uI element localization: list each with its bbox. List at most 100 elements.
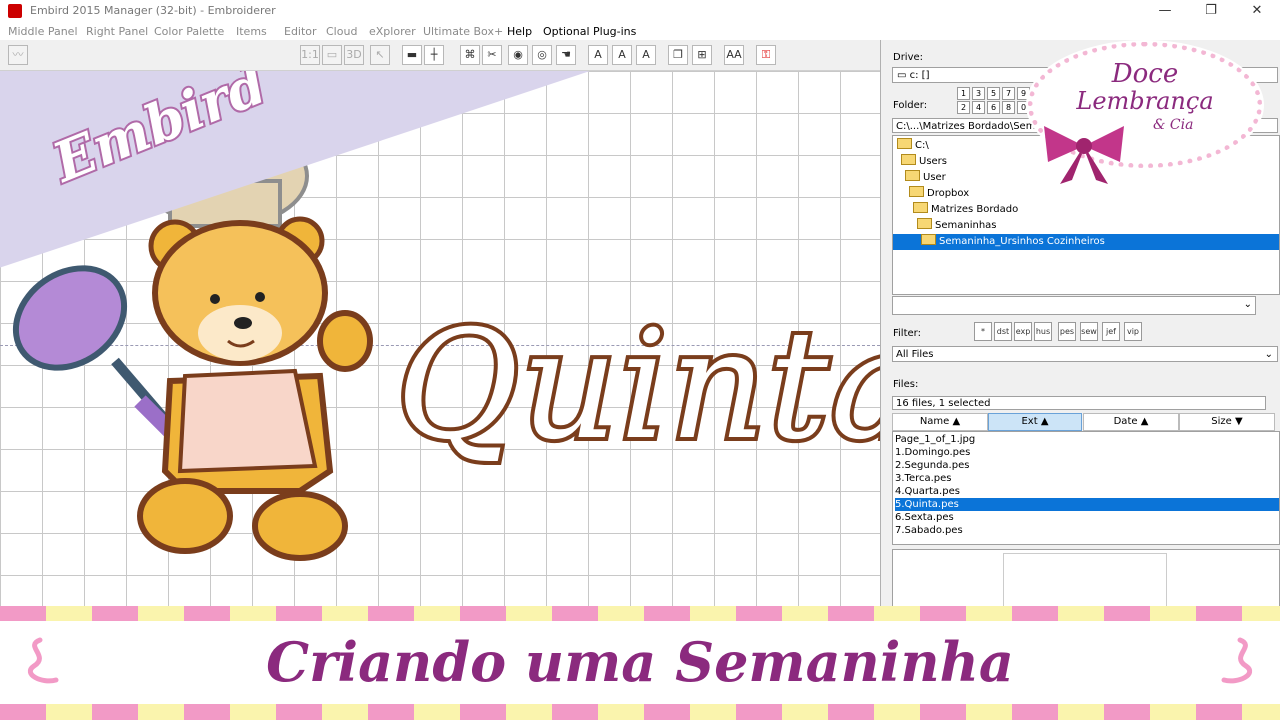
pointer-icon[interactable]: ↖ xyxy=(370,45,390,65)
tree-item[interactable]: Dropbox xyxy=(893,186,969,202)
minimize-button[interactable]: — xyxy=(1142,0,1188,22)
stripe-border-bottom xyxy=(0,704,1280,720)
file-item[interactable]: 2.Segunda.pes xyxy=(895,459,973,472)
menu-optional-plugins[interactable]: Optional Plug-ins xyxy=(543,25,636,38)
footer-title: Criando uma Semaninha xyxy=(266,630,1014,694)
hand-icon[interactable]: ☚ xyxy=(556,45,576,65)
tree-item-selected[interactable]: Semaninha_Ursinhos Cozinheiros xyxy=(893,234,1279,250)
brand-line-1: Doce xyxy=(1111,59,1179,89)
menu-editor[interactable]: Editor xyxy=(284,25,317,38)
swirl-ornament-left-icon xyxy=(27,637,59,684)
design-canvas[interactable]: Embird Quinta xyxy=(0,71,880,606)
letter-a-button[interactable]: A xyxy=(588,45,608,65)
tree-item[interactable]: User xyxy=(893,170,946,186)
drive-icon: ▭ xyxy=(897,70,910,81)
folder-quick-button[interactable]: 4 xyxy=(972,101,985,114)
file-item[interactable]: 3.Terca.pes xyxy=(895,472,956,485)
monitor-icon[interactable]: ▭ xyxy=(322,45,342,65)
column-name[interactable]: Name ▲ xyxy=(892,413,988,431)
menu-color-palette[interactable]: Color Palette xyxy=(154,25,224,38)
file-list[interactable]: Page_1_of_1.jpg 1.Domingo.pes 2.Segunda.… xyxy=(892,431,1280,545)
font-size-button[interactable]: AA xyxy=(724,45,744,65)
file-item[interactable]: 4.Quarta.pes xyxy=(895,485,964,498)
tree-icon[interactable]: ⊞ xyxy=(692,45,712,65)
menu-ultimate-box[interactable]: Ultimate Box+ xyxy=(423,25,503,38)
zoom-1-1-button[interactable]: 1:1 xyxy=(300,45,320,65)
filter-label: Filter: xyxy=(893,328,921,339)
filter-ext-button[interactable]: * xyxy=(974,322,992,341)
folder-quick-button[interactable]: 3 xyxy=(972,87,985,100)
filter-ext-button[interactable]: jef xyxy=(1102,322,1120,341)
column-date[interactable]: Date ▲ xyxy=(1083,413,1179,431)
folder-quick-button[interactable]: 5 xyxy=(987,87,1000,100)
column-ext[interactable]: Ext ▲ xyxy=(988,413,1082,431)
machine-icon[interactable]: ⌘ xyxy=(460,45,480,65)
letter-a-outline-button[interactable]: A xyxy=(612,45,632,65)
folder-quick-button[interactable]: 1 xyxy=(957,87,970,100)
menu-help[interactable]: Help xyxy=(507,25,532,38)
filter-ext-button[interactable]: vip xyxy=(1124,322,1142,341)
app-icon xyxy=(8,4,22,18)
file-item[interactable]: 7.Sabado.pes xyxy=(895,524,967,537)
folder-icon xyxy=(905,170,920,181)
file-list-header: Name ▲ Ext ▲ Date ▲ Size ▼ xyxy=(892,413,1278,431)
folder-icon xyxy=(913,202,928,213)
file-type-select[interactable]: All Files ⌄ xyxy=(892,346,1278,362)
files-label: Files: xyxy=(893,379,919,390)
eye-hide-icon[interactable]: ◎ xyxy=(532,45,552,65)
filter-buttons: * dst exp hus pes sew jef vip xyxy=(974,322,1274,341)
ruler-icon[interactable]: ▬ xyxy=(402,45,422,65)
drive-value: c: [] xyxy=(909,70,930,81)
brand-line-3: & Cia xyxy=(1153,117,1194,133)
ruler-grid-icon[interactable]: ┼ xyxy=(424,45,444,65)
folder-quick-button[interactable]: 7 xyxy=(1002,87,1015,100)
preview-pane xyxy=(892,549,1280,609)
filter-ext-button[interactable]: hus xyxy=(1034,322,1052,341)
folder-icon xyxy=(917,218,932,229)
bow-icon xyxy=(1044,126,1124,184)
chevron-down-icon: ⌄ xyxy=(1264,349,1273,360)
filter-ext-button[interactable]: exp xyxy=(1014,322,1032,341)
search-combo[interactable]: ⌄ xyxy=(892,296,1256,315)
filter-ext-button[interactable]: pes xyxy=(1058,322,1076,341)
letter-a-box-button[interactable]: A xyxy=(636,45,656,65)
wave-tool-icon[interactable]: 〰 xyxy=(8,45,28,65)
menu-middle-panel[interactable]: Middle Panel xyxy=(8,25,78,38)
tree-item[interactable]: Users xyxy=(893,154,947,170)
folder-icon xyxy=(897,138,912,149)
folder-quick-button[interactable]: 2 xyxy=(957,101,970,114)
toolbar: 〰 1:1 ▭ 3D ↖ ▬ ┼ ⌘ ✂ ◉ ◎ ☚ A A A ❐ ⊞ AA … xyxy=(0,40,880,71)
column-size[interactable]: Size ▼ xyxy=(1179,413,1275,431)
window-title: Embird 2015 Manager (32-bit) - Embroider… xyxy=(30,4,276,17)
menu-right-panel[interactable]: Right Panel xyxy=(86,25,148,38)
folder-icon xyxy=(901,154,916,165)
file-item-selected[interactable]: 5.Quinta.pes xyxy=(895,498,1279,511)
filter-ext-button[interactable]: sew xyxy=(1080,322,1098,341)
folder-quick-button[interactable]: 6 xyxy=(987,101,1000,114)
eye-icon[interactable]: ◉ xyxy=(508,45,528,65)
tree-item[interactable]: C:\ xyxy=(893,138,929,154)
close-button[interactable]: ✕ xyxy=(1234,0,1280,22)
tree-item[interactable]: Matrizes Bordado xyxy=(893,202,1018,218)
file-item[interactable]: 1.Domingo.pes xyxy=(895,446,974,459)
key-icon[interactable]: ⚿ xyxy=(756,45,776,65)
menu-cloud[interactable]: Cloud xyxy=(326,25,357,38)
maximize-button[interactable]: ❐ xyxy=(1188,0,1234,22)
menu-explorer[interactable]: eXplorer xyxy=(369,25,416,38)
tree-item[interactable]: Semaninhas xyxy=(893,218,997,234)
title-bar: Embird 2015 Manager (32-bit) - Embroider… xyxy=(0,0,1280,22)
menu-bar: Middle Panel Right Panel Color Palette I… xyxy=(0,22,1280,40)
copy-icon[interactable]: ❐ xyxy=(668,45,688,65)
folder-quick-button[interactable]: 8 xyxy=(1002,101,1015,114)
scissors-icon[interactable]: ✂ xyxy=(482,45,502,65)
files-status: 16 files, 1 selected xyxy=(892,396,1266,410)
swirl-ornament-right-icon xyxy=(1221,637,1253,684)
folder-open-icon xyxy=(921,234,936,245)
menu-items[interactable]: Items xyxy=(236,25,267,38)
file-item[interactable]: Page_1_of_1.jpg xyxy=(895,433,979,446)
stripe-border-top xyxy=(0,606,1280,621)
file-item[interactable]: 6.Sexta.pes xyxy=(895,511,958,524)
folder-icon xyxy=(909,186,924,197)
view-3d-button[interactable]: 3D xyxy=(344,45,364,65)
filter-ext-button[interactable]: dst xyxy=(994,322,1012,341)
